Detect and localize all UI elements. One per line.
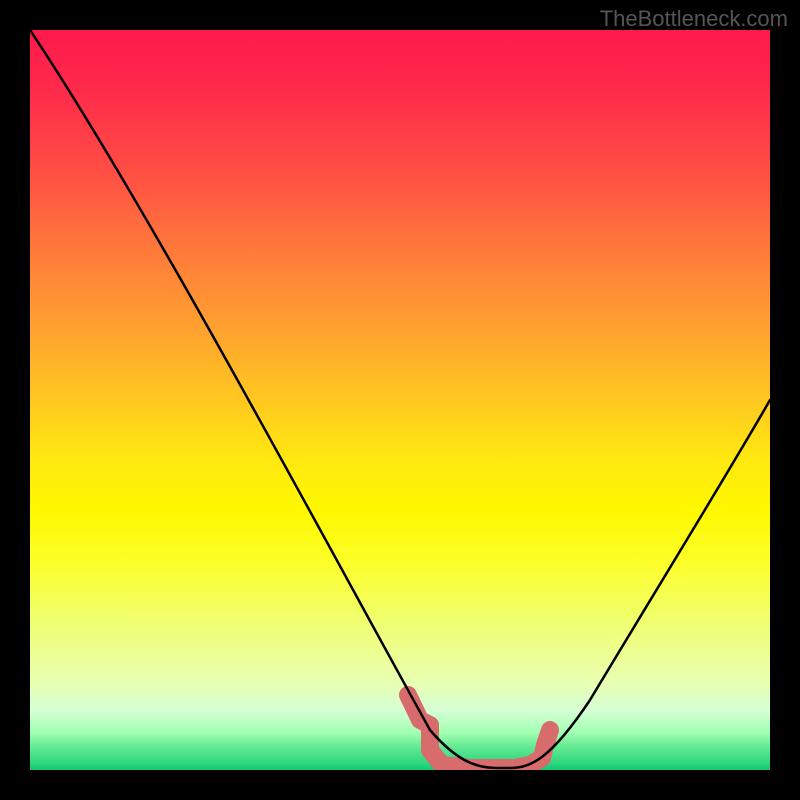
watermark-text: TheBottleneck.com [600,6,788,32]
plot-area [30,30,770,770]
curve-svg [30,30,770,770]
optimal-zone-overlay [408,695,550,768]
bottleneck-curve [30,30,770,768]
